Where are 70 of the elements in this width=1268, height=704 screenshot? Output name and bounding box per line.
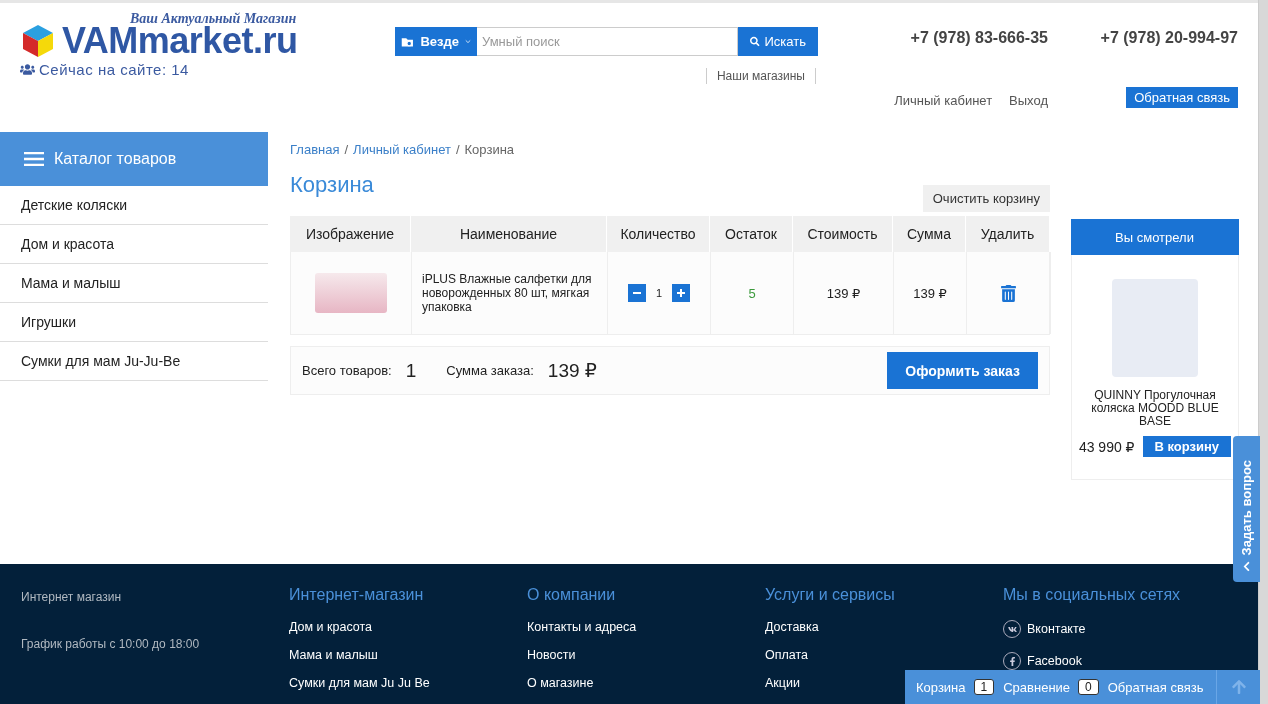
- bottom-bar-link[interactable]: Сравнение 0: [1003, 679, 1099, 695]
- footer-link[interactable]: Акции: [765, 676, 800, 690]
- feedback-button[interactable]: Обратная связь: [1126, 87, 1238, 108]
- photo-placeholder: [315, 273, 387, 313]
- catalog-title: Каталог товаров: [54, 150, 177, 168]
- product-name[interactable]: iPLUS Влажные салфетки для новорожденных 80 шт, мягкая упаковка: [412, 252, 608, 334]
- chevron-down-icon: [465, 39, 471, 44]
- total-label: Сумма заказа:: [446, 363, 534, 378]
- footer-link[interactable]: О магазине: [527, 676, 594, 690]
- footer-heading: Мы в социальных сетях: [1003, 586, 1182, 604]
- product-name[interactable]: QUINNY Прогулочная коляска MOODD BLUE BASE: [1072, 389, 1238, 428]
- breadcrumb-link[interactable]: Главная: [290, 141, 340, 157]
- clear-cart-button[interactable]: Очистить корзину: [922, 185, 1050, 212]
- search-button[interactable]: Искать: [738, 27, 818, 56]
- count-badge: 1: [973, 679, 995, 695]
- cube-logo-icon: [20, 23, 56, 59]
- footer-link[interactable]: Сумки для мам Ju Ju Be: [289, 676, 430, 690]
- footer-heading: О компании: [527, 586, 617, 604]
- category-link[interactable]: Сумки для мам Ju-Ju-Be: [0, 342, 268, 381]
- footer-heading: Интернет-магазин: [289, 586, 425, 604]
- current-page-label: Корзина: [464, 141, 515, 157]
- phone-number: +7 (978) 20-994-97: [1099, 29, 1238, 48]
- plus-button[interactable]: [672, 284, 690, 302]
- footer-info: Интернет магазин: [21, 590, 123, 604]
- page-title: Корзина: [290, 172, 374, 198]
- viewed-title: Вы смотрели: [1070, 219, 1239, 255]
- arrow-up-icon: [1230, 679, 1247, 695]
- footer-link[interactable]: Мама и малыш: [289, 648, 378, 662]
- shops-link[interactable]: Наши магазины: [705, 68, 816, 84]
- footer-link[interactable]: Вконтакте: [1003, 620, 1086, 638]
- footer-link[interactable]: Новости: [527, 648, 576, 662]
- add-to-cart-button[interactable]: В корзину: [1142, 436, 1232, 457]
- chevron-left-icon: [1241, 561, 1252, 572]
- plus-icon: [676, 288, 686, 298]
- product-price: 43 990 ₽: [1078, 438, 1135, 455]
- order-total: 139 ₽: [547, 359, 597, 382]
- bottom-bar-link[interactable]: Корзина 1: [916, 679, 995, 695]
- items-count: 1: [405, 359, 417, 382]
- items-label: Всего товаров:: [302, 363, 392, 378]
- quantity-field[interactable]: 1: [646, 287, 672, 299]
- online-counter: Сейчас на сайте: 14: [39, 61, 189, 78]
- category-link[interactable]: Детские коляски: [0, 186, 268, 225]
- footer-heading: Услуги и сервисы: [765, 586, 896, 604]
- search-icon: [750, 36, 760, 47]
- menu-icon: [24, 152, 44, 166]
- footer-link[interactable]: Дом и красота: [289, 620, 373, 634]
- search-scope-dropdown[interactable]: Везде: [395, 27, 477, 56]
- sum-cell: 139 ₽: [913, 285, 947, 301]
- footer-link[interactable]: Доставка: [765, 620, 819, 634]
- trash-icon[interactable]: [1000, 284, 1017, 302]
- logo-tagline: Ваш Актуальный Магазин: [130, 11, 297, 26]
- checkout-button[interactable]: Оформить заказ: [887, 352, 1038, 389]
- footer-info: График работы с 10:00 до 18:00: [21, 637, 201, 651]
- breadcrumb-separator: /: [455, 141, 460, 157]
- category-link[interactable]: Мама и малыш: [0, 264, 268, 303]
- category-link[interactable]: Игрушки: [0, 303, 268, 342]
- account-link[interactable]: Выход: [1009, 87, 1048, 132]
- category-link[interactable]: Дом и красота: [0, 225, 268, 264]
- breadcrumb-separator: /: [344, 141, 349, 157]
- footer-link[interactable]: Оплата: [765, 648, 808, 662]
- search-field[interactable]: Умный поиск: [477, 27, 738, 56]
- stock-count: 5: [748, 285, 756, 301]
- price-cell: 139 ₽: [826, 285, 861, 301]
- minus-button[interactable]: [628, 284, 646, 302]
- count-badge: 0: [1078, 679, 1099, 695]
- account-link[interactable]: Личный кабинет: [894, 87, 993, 132]
- footer-link[interactable]: Контакты и адреса: [527, 620, 637, 634]
- phone-number: +7 (978) 83-666-35: [909, 29, 1048, 48]
- users-icon: [20, 62, 35, 77]
- breadcrumb-link[interactable]: Личный кабинет: [353, 141, 451, 157]
